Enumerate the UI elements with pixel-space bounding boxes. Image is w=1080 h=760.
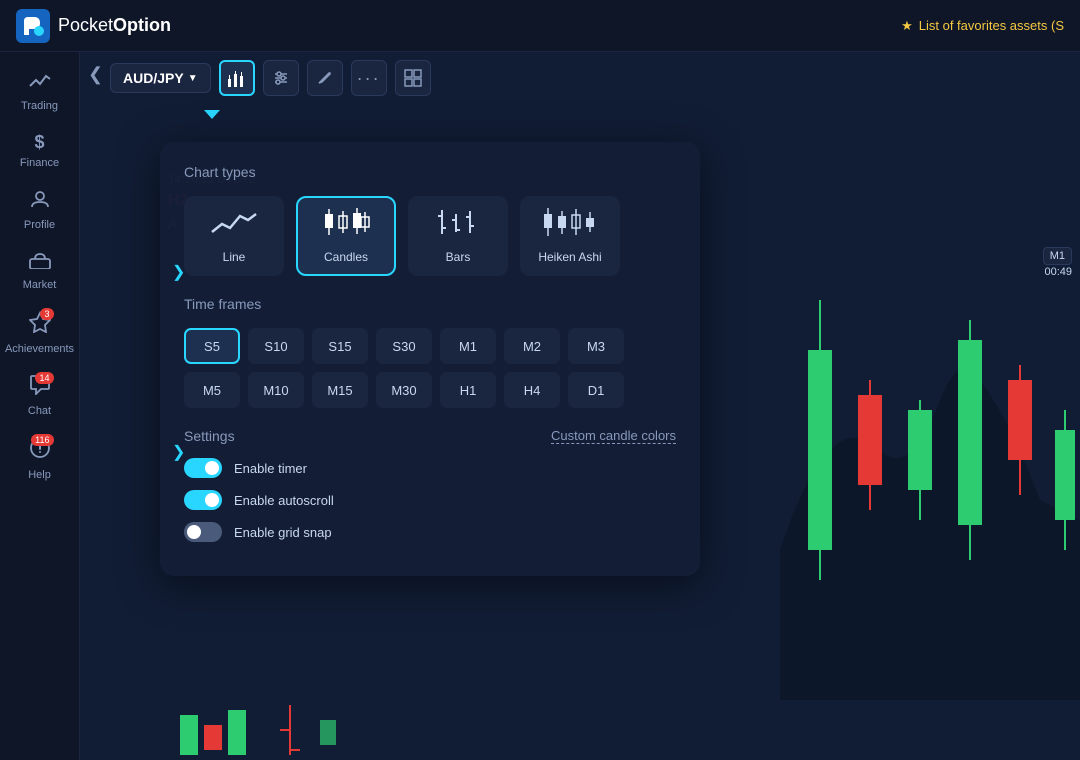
sidebar-chat-label: Chat [28, 405, 51, 417]
market-icon [29, 251, 51, 275]
chart-area: ❮ AUD/JPY ▼ ··· [80, 52, 1080, 760]
asset-dropdown-icon: ▼ [188, 73, 198, 84]
setting-gridsnap: Enable grid snap [184, 522, 676, 542]
main-layout: Trading $ Finance Profile Market 3 [0, 52, 1080, 760]
sidebar-item-market[interactable]: Market [4, 243, 76, 299]
setting-timer: Enable timer [184, 458, 676, 478]
sidebar: Trading $ Finance Profile Market 3 [0, 52, 80, 760]
tf-S15[interactable]: S15 [312, 328, 368, 364]
tf-D1[interactable]: D1 [568, 372, 624, 408]
dropdown-arrow [200, 102, 220, 125]
sidebar-item-help[interactable]: 116 Help [4, 429, 76, 489]
candles-chart-icon [321, 206, 371, 242]
tf-H4[interactable]: H4 [504, 372, 560, 408]
settings-section: Settings Custom candle colors Enable tim… [184, 428, 676, 542]
logo-text: PocketOption [58, 15, 171, 36]
chart-type-button[interactable] [219, 60, 255, 96]
back-arrow[interactable]: ❮ [88, 64, 103, 85]
bottom-candles [160, 700, 1080, 760]
chart-type-bars[interactable]: Bars [408, 196, 508, 276]
favorites-link[interactable]: ★ List of favorites assets (S [901, 18, 1064, 34]
sidebar-finance-label: Finance [20, 157, 59, 169]
asset-selector[interactable]: AUD/JPY ▼ [110, 63, 211, 93]
chart-type-line[interactable]: Line [184, 196, 284, 276]
heiken-label: Heiken Ashi [538, 250, 601, 264]
sidebar-item-achievements[interactable]: 3 Achievements [4, 303, 76, 363]
sidebar-item-finance[interactable]: $ Finance [4, 124, 76, 177]
bars-chart-icon [434, 206, 482, 242]
tf-M30[interactable]: M30 [376, 372, 432, 408]
gridsnap-toggle[interactable] [184, 522, 222, 542]
sidebar-item-chat[interactable]: 14 Chat [4, 367, 76, 425]
trading-icon [29, 72, 51, 96]
setting-autoscroll: Enable autoscroll [184, 490, 676, 510]
achievements-badge: 3 [40, 308, 53, 320]
toolbar: AUD/JPY ▼ ··· [110, 60, 431, 96]
chat-badge: 14 [35, 372, 53, 384]
tf-M15[interactable]: M15 [312, 372, 368, 408]
tf-S30[interactable]: S30 [376, 328, 432, 364]
pen-button[interactable] [307, 60, 343, 96]
timer-toggle[interactable] [184, 458, 222, 478]
chat-icon: 14 [29, 375, 51, 401]
autoscroll-toggle[interactable] [184, 490, 222, 510]
achievements-icon: 3 [29, 311, 51, 339]
settings-title: Settings [184, 428, 235, 444]
finance-icon: $ [34, 132, 44, 153]
chart-type-candles[interactable]: Candles [296, 196, 396, 276]
more-icon: ··· [357, 68, 381, 89]
logo-icon [16, 9, 50, 43]
bottom-candles-svg [170, 700, 770, 760]
sidebar-item-profile[interactable]: Profile [4, 181, 76, 239]
bars-label: Bars [446, 250, 471, 264]
tf-M1[interactable]: M1 [440, 328, 496, 364]
topbar: PocketOption ★ List of favorites assets … [0, 0, 1080, 52]
grid-button[interactable] [395, 60, 431, 96]
sidebar-item-trading[interactable]: Trading [4, 64, 76, 120]
gridsnap-label: Enable grid snap [234, 525, 332, 540]
logo: PocketOption [16, 9, 171, 43]
more-button[interactable]: ··· [351, 60, 387, 96]
chart-types-title: Chart types [184, 164, 676, 180]
sidebar-profile-label: Profile [24, 219, 55, 231]
help-icon: 116 [29, 437, 51, 465]
chart-types-grid: Line Candles Bars [184, 196, 676, 276]
timer-label: 00:49 [1044, 266, 1072, 278]
timeframes-section: Time frames S5 S10 S15 S30 M1 M2 M3 M5 M… [184, 296, 676, 408]
asset-label: AUD/JPY [123, 70, 184, 86]
expand-arrow-bottom[interactable]: ❯ [172, 442, 185, 462]
timeframes-title: Time frames [184, 296, 676, 312]
sidebar-help-label: Help [28, 469, 51, 481]
tf-S10[interactable]: S10 [248, 328, 304, 364]
candles-label: Candles [324, 250, 368, 264]
sidebar-trading-label: Trading [21, 100, 58, 112]
heiken-chart-icon [540, 206, 600, 242]
sidebar-achievements-label: Achievements [5, 343, 74, 355]
sidebar-market-label: Market [23, 279, 57, 291]
custom-candle-link[interactable]: Custom candle colors [551, 428, 676, 444]
m1-label: M1 [1043, 247, 1072, 265]
timer-label-text: Enable timer [234, 461, 307, 476]
timeframes-grid: S5 S10 S15 S30 M1 M2 M3 M5 M10 M15 M30 H… [184, 328, 676, 408]
tf-M10[interactable]: M10 [248, 372, 304, 408]
line-label: Line [223, 250, 246, 264]
tf-M5[interactable]: M5 [184, 372, 240, 408]
star-icon: ★ [901, 18, 913, 34]
tf-H1[interactable]: H1 [440, 372, 496, 408]
line-chart-icon [210, 208, 258, 242]
tf-M3[interactable]: M3 [568, 328, 624, 364]
settings-button[interactable] [263, 60, 299, 96]
settings-header: Settings Custom candle colors [184, 428, 676, 444]
chart-popup: Chart types Line Candles [160, 142, 700, 576]
autoscroll-label: Enable autoscroll [234, 493, 334, 508]
help-badge: 116 [31, 434, 53, 446]
profile-icon [30, 189, 50, 215]
candlestick-chart [780, 200, 1080, 700]
expand-arrow-top[interactable]: ❯ [172, 262, 185, 282]
favorites-label: List of favorites assets (S [919, 18, 1064, 33]
tf-M2[interactable]: M2 [504, 328, 560, 364]
chart-type-heiken[interactable]: Heiken Ashi [520, 196, 620, 276]
tf-S5[interactable]: S5 [184, 328, 240, 364]
